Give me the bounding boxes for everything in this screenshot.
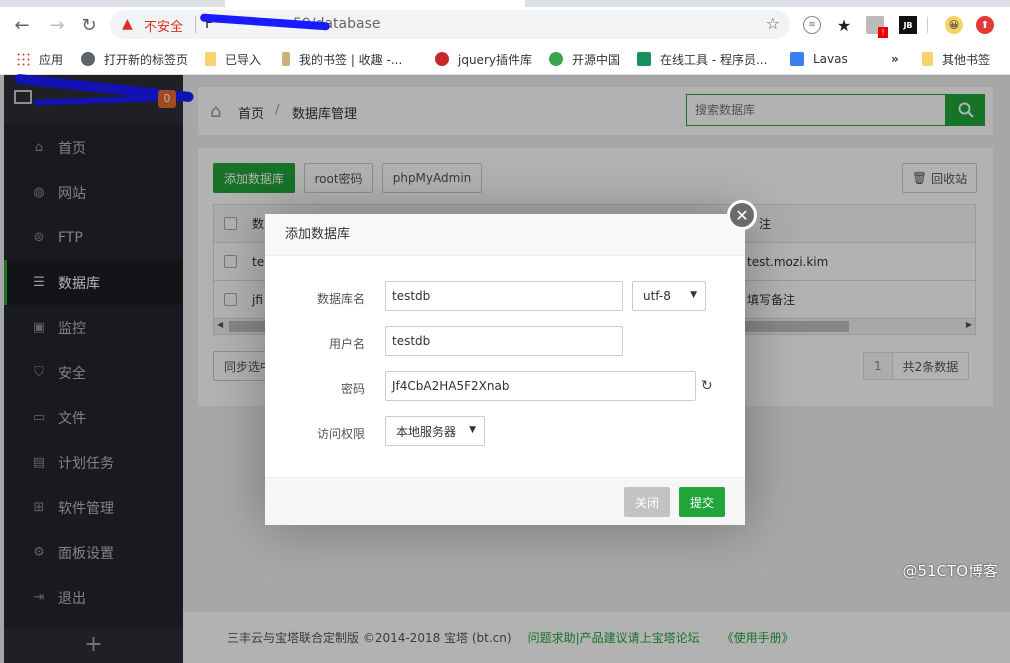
regenerate-password-icon[interactable]: ↻ [701,378,713,394]
tab-strip [0,0,1010,7]
upload-red-icon[interactable]: ⬆ [976,16,994,34]
dialog-title: 添加数据库 [265,214,745,256]
bookmark-oschina[interactable]: 开源中国 [549,50,620,68]
address-bar[interactable]: ▲ 不安全 F 59/database ☆ [110,10,790,39]
forward-button[interactable]: → [45,13,69,37]
avatar-emoji-icon[interactable]: 😀 [945,16,963,34]
jetbrains-icon[interactable]: JB [899,16,917,34]
password-label: 密码 [340,382,365,396]
bookmark-label: 应用 [39,52,64,67]
apps-grid-icon [16,52,30,66]
bookmark-new-tab[interactable]: 打开新的标签页 [81,50,188,68]
ext-circle-icon[interactable]: ≋ [803,16,821,34]
back-button[interactable]: ← [10,13,34,37]
db-name-input[interactable]: testdb [385,281,623,311]
close-button[interactable]: 关闭 [624,487,670,517]
bookmarks-bar: 应用 打开新的标签页 已导入 我的书签 | 收趣 -... jquery插件库 … [0,43,1010,75]
folder-icon [205,52,216,66]
ext-alert-icon[interactable]: ! [866,16,888,38]
bookmark-icon [282,52,290,66]
watermark: @51CTO博客 [902,562,998,580]
bookmark-label: 在线工具 - 程序员... [660,52,768,67]
bookmark-shouqu[interactable]: 我的书签 | 收趣 -... [282,50,402,68]
reload-button[interactable]: ↻ [77,13,101,37]
chevron-down-icon: ▼ [469,425,476,435]
bookmark-label: 其他书签 [942,52,991,67]
bookmark-apps[interactable]: 应用 [16,50,63,68]
add-database-dialog: 添加数据库 ✕ 数据库名 testdb utf-8 ▼ 用户名 testdb 密… [265,200,757,525]
dialog-footer: 关闭 提交 [265,477,745,525]
charset-select[interactable]: utf-8 ▼ [632,281,706,311]
bookmark-label: Lavas [813,52,848,66]
ext-star-icon[interactable]: ★ [835,16,853,35]
insecure-label: 不安全 [144,20,184,35]
bookmark-imported[interactable]: 已导入 [205,50,261,68]
bookmark-label: 开源中国 [572,52,621,67]
username-label: 用户名 [328,337,365,351]
browser-toolbar: ← → ↻ ▲ 不安全 F 59/database ☆ ≋ ★ ! JB 😀 ⬆ [0,7,1010,43]
globe-icon [81,52,95,66]
lavas-icon [790,52,804,66]
bookmark-label: 已导入 [225,52,262,67]
submit-button[interactable]: 提交 [679,487,725,517]
bookmark-star-icon[interactable]: ☆ [766,14,780,33]
toolbar-divider [927,17,928,33]
bookmark-label: jquery插件库 [458,52,532,67]
close-icon[interactable]: ✕ [727,200,757,230]
bookmarks-overflow-button[interactable]: » [891,50,899,68]
bookmark-tools[interactable]: 在线工具 - 程序员... [637,50,767,68]
username-input[interactable]: testdb [385,326,623,356]
tool-icon [637,52,651,66]
access-select[interactable]: 本地服务器 ▼ [385,416,485,446]
chevron-down-icon: ▼ [690,290,697,300]
bookmark-other[interactable]: 其他书签 [922,50,990,68]
address-separator [195,16,196,33]
bookmark-label: 我的书签 | 收趣 -... [299,52,403,67]
jquery-icon [435,52,449,66]
charset-value: utf-8 [643,289,671,303]
access-label: 访问权限 [316,427,365,441]
bookmark-label: 打开新的标签页 [104,52,189,67]
warning-icon: ▲ [122,16,133,32]
db-name-label: 数据库名 [316,292,365,306]
access-value: 本地服务器 [396,424,457,439]
oschina-icon [549,52,563,66]
active-tab[interactable] [225,0,525,7]
password-input[interactable]: Jf4CbA2HA5F2Xnab [385,371,696,401]
bookmark-lavas[interactable]: Lavas [790,50,848,68]
bookmark-jquery[interactable]: jquery插件库 [435,50,532,68]
folder-icon [922,52,933,66]
